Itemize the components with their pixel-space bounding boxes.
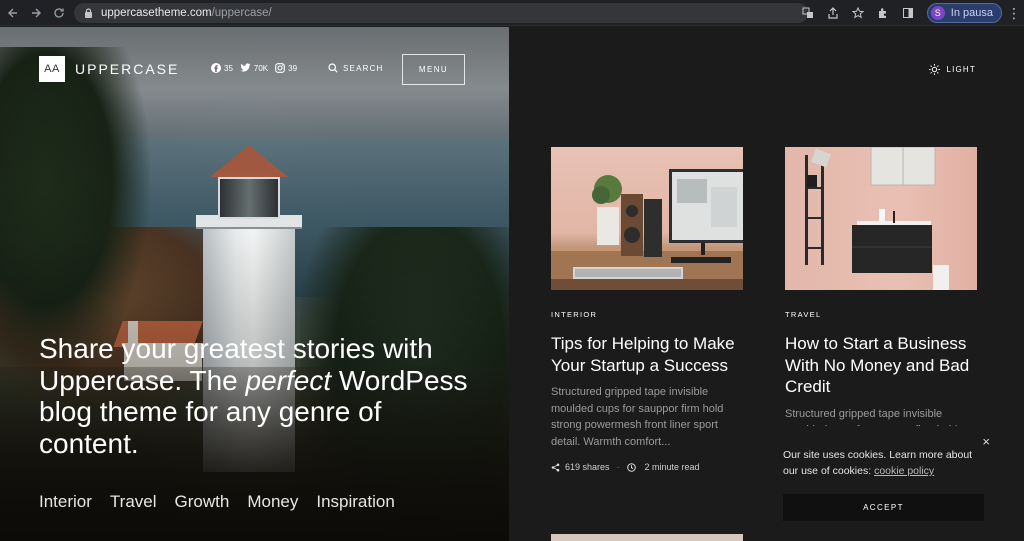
bookmark-star-icon[interactable] — [847, 2, 869, 24]
hero-overlay — [0, 27, 509, 541]
share-icon[interactable] — [822, 2, 844, 24]
twitter-icon — [240, 63, 251, 72]
profile-button[interactable]: S In pausa — [926, 3, 1002, 23]
theme-toggle[interactable]: LIGHT — [929, 64, 976, 75]
browser-toolbar: uppercasetheme.com/uppercase/ S In pausa… — [0, 0, 1024, 26]
hero-section: AA UPPERCASE 35 70K 39 SEARCH MENU Share… — [0, 27, 509, 541]
post-thumbnail-partial[interactable] — [551, 534, 743, 541]
instagram-icon — [275, 63, 285, 73]
forward-icon[interactable] — [26, 3, 46, 23]
accept-cookies-button[interactable]: ACCEPT — [783, 494, 984, 521]
site-logo[interactable]: AA UPPERCASE — [39, 56, 179, 82]
post-category[interactable]: TRAVEL — [785, 310, 977, 319]
cookie-policy-link[interactable]: cookie policy — [874, 465, 934, 477]
avatar: S — [930, 6, 945, 20]
social-links: 35 70K 39 — [211, 63, 304, 73]
category-link-growth[interactable]: Growth — [175, 492, 230, 512]
translate-icon[interactable] — [797, 2, 819, 24]
side-panel-icon[interactable] — [897, 2, 919, 24]
logo-mark: AA — [39, 56, 65, 82]
lock-icon — [85, 8, 92, 18]
profile-label: In pausa — [950, 7, 993, 19]
post-card[interactable]: TRAVEL How to Start a Business With No M… — [785, 147, 977, 439]
facebook-count: 35 — [224, 63, 233, 73]
url-path: /uppercase/ — [211, 7, 272, 19]
cookie-banner: × Our site uses cookies. Learn more abou… — [762, 426, 1004, 541]
hero-headline: Share your greatest stories with Upperca… — [39, 333, 479, 459]
menu-button[interactable]: MENU — [402, 54, 465, 85]
search-icon — [328, 63, 338, 73]
category-link-inspiration[interactable]: Inspiration — [316, 492, 394, 512]
post-title[interactable]: Tips for Helping to Make Your Startup a … — [551, 333, 743, 376]
search-button[interactable]: SEARCH — [328, 63, 384, 73]
logo-text: UPPERCASE — [75, 61, 180, 77]
sun-icon — [929, 64, 941, 75]
headline-emphasis: perfect — [245, 364, 332, 396]
reload-icon[interactable] — [49, 3, 69, 23]
post-thumbnail[interactable] — [551, 147, 743, 290]
theme-toggle-label: LIGHT — [946, 65, 976, 74]
instagram-count: 39 — [288, 63, 298, 73]
twitter-count: 70K — [253, 63, 269, 73]
post-title[interactable]: How to Start a Business With No Money an… — [785, 333, 977, 398]
post-meta: 619 shares · 2 minute read — [551, 462, 743, 472]
post-shares: 619 shares — [565, 462, 610, 472]
social-twitter[interactable]: 70K — [240, 63, 268, 73]
url-host: uppercasetheme.com — [101, 7, 212, 19]
post-excerpt: Structured gripped tape invisible moulde… — [551, 386, 724, 448]
social-facebook[interactable]: 35 — [211, 63, 233, 73]
more-options-icon[interactable]: ⋮ — [1004, 5, 1024, 22]
search-label: SEARCH — [343, 63, 384, 73]
social-instagram[interactable]: 39 — [275, 63, 297, 73]
category-link-money[interactable]: Money — [247, 492, 298, 512]
post-read-time: 2 minute read — [644, 462, 700, 472]
meta-separator: · — [616, 462, 620, 472]
post-thumbnail-illustration — [551, 169, 743, 290]
post-thumbnail[interactable] — [785, 147, 977, 290]
share-icon — [551, 463, 560, 471]
back-icon[interactable] — [3, 3, 23, 23]
clock-icon — [626, 462, 636, 472]
extensions-icon[interactable] — [872, 2, 894, 24]
category-nav: Interior Travel Growth Money Inspiration — [39, 492, 413, 512]
category-link-travel[interactable]: Travel — [110, 492, 157, 512]
address-bar[interactable]: uppercasetheme.com/uppercase/ — [74, 3, 808, 23]
post-category[interactable]: INTERIOR — [551, 310, 743, 319]
category-link-interior[interactable]: Interior — [39, 492, 92, 512]
post-thumbnail-illustration — [805, 147, 949, 290]
post-card[interactable]: INTERIOR Tips for Helping to Make Your S… — [551, 147, 743, 472]
facebook-icon — [211, 63, 221, 73]
cookie-message: Our site uses cookies. Learn more about … — [783, 447, 988, 479]
